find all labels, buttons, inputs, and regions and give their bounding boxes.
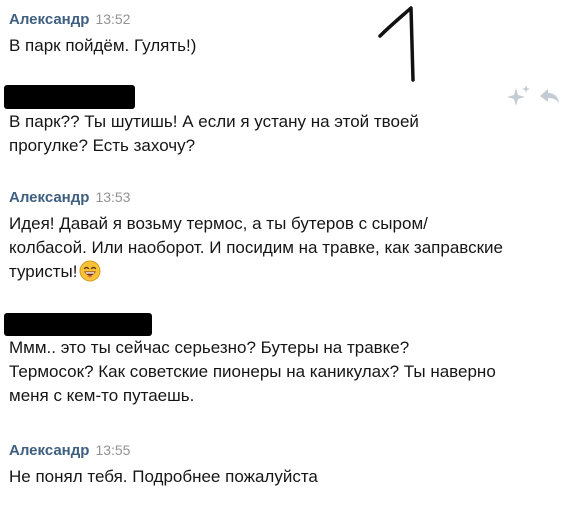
message-line: прогулке? Есть захочу?: [9, 136, 196, 155]
message-header: Александр 13:55: [9, 441, 544, 460]
laughing-emoji-icon: [79, 260, 101, 282]
message-line: Термосок? Как советские пионеры на каник…: [9, 362, 496, 381]
message-text: Не понял тебя. Подробнее пожалуйста: [9, 465, 544, 489]
message-4: Ммм.. это ты сейчас серьезно? Бутеры на …: [9, 336, 544, 408]
message-time[interactable]: 13:53: [95, 189, 130, 205]
message-actions: [507, 85, 559, 106]
message-3: Александр 13:53 Идея! Давай я возьму терм…: [9, 188, 544, 284]
message-line: Идея! Давай я возьму термос, а ты бутеро…: [9, 214, 428, 233]
message-line: колбасой. Или наоборот. И посидим на тра…: [9, 238, 504, 257]
message-text: Ммм.. это ты сейчас серьезно? Бутеры на …: [9, 336, 544, 408]
message-2: В парк?? Ты шутишь! А если я устану на э…: [9, 110, 544, 158]
message-5: Александр 13:55 Не понял тебя. Подробнее …: [9, 441, 544, 489]
message-line: туристы!: [9, 260, 544, 284]
message-text: Идея! Давай я возьму термос, а ты бутеро…: [9, 212, 544, 284]
message-line: Не понял тебя. Подробнее пожалуйста: [9, 467, 318, 486]
author-name[interactable]: Александр: [9, 189, 89, 206]
message-text: В парк?? Ты шутишь! А если я устану на э…: [9, 110, 544, 158]
message-line: меня с кем-то путаешь.: [9, 386, 195, 405]
author-name[interactable]: Александр: [9, 442, 89, 459]
message-time[interactable]: 13:55: [95, 442, 130, 458]
message-time[interactable]: 13:52: [95, 11, 130, 27]
message-text: В парк пойдём. Гулять!): [9, 34, 544, 58]
message-line-text: туристы!: [9, 262, 78, 281]
message-header: Александр 13:53: [9, 188, 544, 207]
message-line: В парк пойдём. Гулять!): [9, 36, 197, 55]
message-1: Александр 13:52 В парк пойдём. Гулять!): [9, 10, 544, 58]
message-line: Ммм.. это ты сейчас серьезно? Бутеры на …: [9, 338, 410, 357]
sparkle-star-icon[interactable]: [507, 85, 530, 106]
message-line: В парк?? Ты шутишь! А если я устану на э…: [9, 112, 419, 131]
message-header: Александр 13:52: [9, 10, 544, 29]
author-name[interactable]: Александр: [9, 11, 89, 28]
redacted-author: [4, 313, 152, 336]
reply-arrow-icon[interactable]: [540, 89, 559, 103]
redacted-author: [4, 85, 135, 109]
